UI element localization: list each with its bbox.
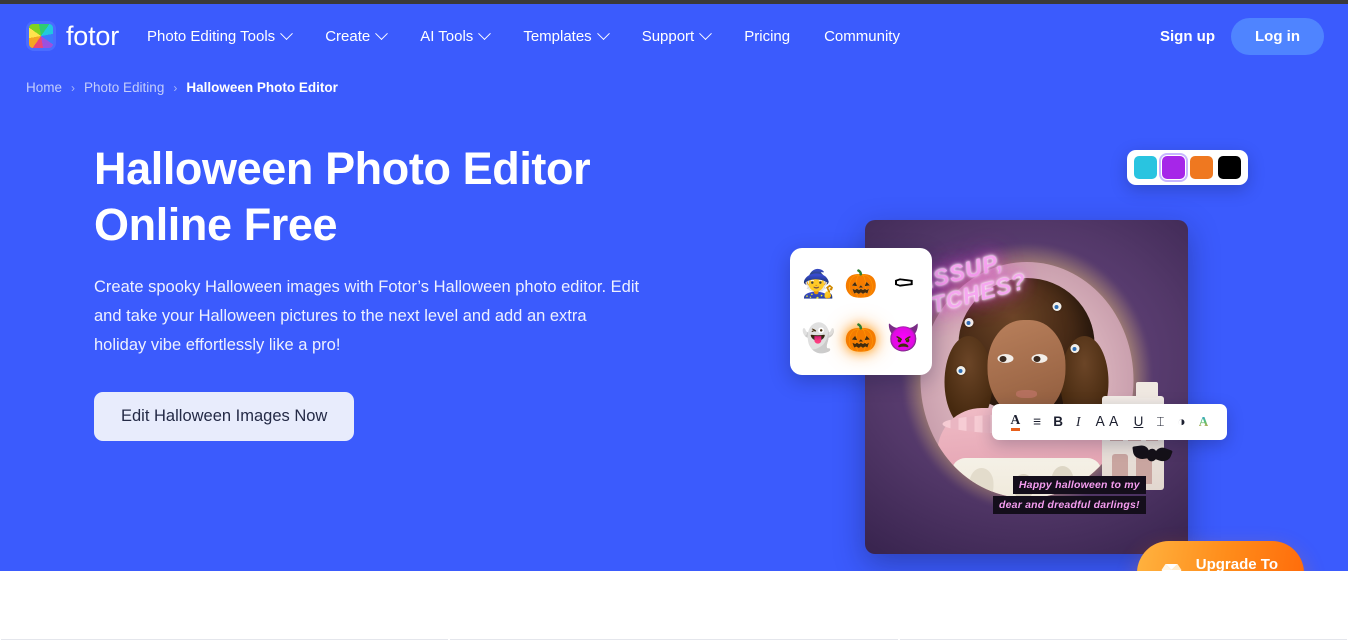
eyeball-hair-clip-icon	[956, 366, 965, 376]
eyeball-hair-clip-icon	[1070, 344, 1079, 354]
hero-section: fotor Photo Editing Tools Create AI Tool…	[0, 4, 1348, 571]
caption-line-1: Happy halloween to my	[1012, 475, 1146, 494]
glowing-jack-o-lantern-sticker[interactable]: 🎃	[844, 325, 878, 352]
upgrade-label-line-1: Upgrade To	[1195, 555, 1278, 571]
chevron-down-icon	[699, 26, 713, 40]
gradient-text-tool[interactable]: A	[1199, 415, 1209, 429]
edit-halloween-images-button[interactable]: Edit Halloween Images Now	[94, 391, 355, 441]
nav-items: Photo Editing Tools Create AI Tools Temp…	[147, 26, 900, 45]
diamond-gem-icon	[1161, 563, 1182, 571]
nav-item-label: Templates	[523, 27, 592, 45]
letter-spacing-tool[interactable]: ⌶	[1156, 415, 1164, 429]
teal-ghost-sticker[interactable]: 👻	[802, 325, 836, 352]
template-card[interactable]	[1, 639, 449, 644]
chevron-down-icon	[596, 26, 610, 40]
witch-hat-sticker[interactable]: 🧙	[802, 270, 836, 298]
font-tool[interactable]: ＡＡ	[1094, 415, 1121, 429]
nav-item-community[interactable]: Community	[824, 28, 900, 45]
nav-item-label: Community	[824, 27, 900, 45]
upgrade-button-label: Upgrade To Fotor Pro	[1196, 555, 1278, 571]
nav-item-photo-editing-tools[interactable]: Photo Editing Tools	[147, 26, 294, 45]
color-wheel-icon	[26, 21, 56, 51]
template-card[interactable]	[450, 639, 898, 644]
pumpkin-sticker[interactable]: 🎃	[844, 270, 878, 298]
brand-name: fotor	[66, 20, 120, 51]
eyeball-hair-clip-icon	[964, 318, 973, 328]
purple-ghost-sticker[interactable]: 👿	[887, 325, 921, 352]
breadcrumb: Home › Photo Editing › Halloween Photo E…	[0, 68, 1348, 95]
nav-auth-group: Sign up Log in	[1160, 17, 1324, 55]
breadcrumb-item-home[interactable]: Home	[26, 80, 62, 95]
lips	[1016, 390, 1037, 399]
nav-item-pricing[interactable]: Pricing	[744, 28, 790, 45]
eye-right	[1031, 354, 1048, 364]
hero-artwork: WASSUP, WITCHES? Happy halloween to my de…	[790, 100, 1260, 554]
breadcrumb-separator-icon: ›	[173, 80, 178, 95]
nav-item-label: Support	[641, 27, 695, 45]
nav-item-support[interactable]: Support	[641, 26, 713, 45]
underline-tool[interactable]: U	[1134, 415, 1144, 429]
page-title: Halloween Photo Editor Online Free	[94, 141, 660, 253]
italic-tool[interactable]: I	[1076, 415, 1081, 429]
eye-left	[997, 354, 1014, 364]
log-in-button[interactable]: Log in	[1231, 17, 1324, 55]
nav-item-label: AI Tools	[420, 27, 474, 45]
black-swatch[interactable]	[1218, 156, 1241, 179]
nav-item-create[interactable]: Create	[325, 26, 389, 45]
coffin-sticker[interactable]: ⚰	[892, 270, 915, 298]
hero-body: Halloween Photo Editor Online Free Creat…	[0, 95, 1348, 554]
breadcrumb-separator-icon: ›	[71, 80, 76, 95]
breadcrumb-item-photo-editing[interactable]: Photo Editing	[84, 80, 164, 95]
page-title-line-1: Halloween Photo Editor	[94, 143, 591, 194]
eyeball-hair-clip-icon	[1052, 302, 1061, 312]
fotor-logo[interactable]: fotor	[26, 21, 119, 51]
chevron-down-icon	[375, 26, 389, 40]
text-color-tool[interactable]: A	[1010, 413, 1021, 431]
content-section-below-hero	[0, 571, 1348, 644]
purple-swatch[interactable]	[1159, 153, 1188, 182]
template-card-row	[0, 639, 1348, 644]
color-swatch-panel	[1127, 150, 1248, 185]
ghost-print-icon	[969, 468, 994, 499]
nav-item-label: Pricing	[744, 27, 791, 45]
nav-item-templates[interactable]: Templates	[523, 26, 610, 45]
sign-up-link[interactable]: Sign up	[1160, 28, 1215, 45]
hero-copy-column: Halloween Photo Editor Online Free Creat…	[0, 123, 660, 441]
nav-item-label: Create	[325, 27, 371, 45]
template-card[interactable]	[899, 639, 1347, 644]
nav-item-ai-tools[interactable]: AI Tools	[420, 26, 492, 45]
opacity-tool[interactable]: ◑	[1177, 415, 1185, 429]
cyan-swatch[interactable]	[1134, 156, 1157, 179]
caption-line-2: dear and dreadful darlings!	[993, 495, 1146, 514]
text-format-toolbar: A ≡ B I ＡＡ U ⌶ ◑ A	[992, 404, 1227, 440]
chevron-down-icon	[478, 26, 492, 40]
bold-tool[interactable]: B	[1053, 415, 1063, 429]
text-align-tool[interactable]: ≡	[1033, 415, 1041, 429]
chevron-down-icon	[280, 26, 294, 40]
breadcrumb-item-current: Halloween Photo Editor	[186, 80, 338, 95]
halloween-caption: Happy halloween to my dear and dreadful …	[993, 475, 1146, 514]
page-title-line-2: Online Free	[94, 198, 338, 250]
nav-item-label: Photo Editing Tools	[147, 27, 276, 45]
upgrade-to-fotor-pro-button[interactable]: Upgrade To Fotor Pro	[1136, 540, 1304, 571]
orange-swatch[interactable]	[1190, 156, 1213, 179]
hero-description: Create spooky Halloween images with Foto…	[94, 277, 640, 354]
main-navigation-bar: fotor Photo Editing Tools Create AI Tool…	[0, 4, 1348, 68]
sticker-picker-panel[interactable]: 🧙 🎃 ⚰ 👻 🎃 👿	[790, 248, 932, 375]
